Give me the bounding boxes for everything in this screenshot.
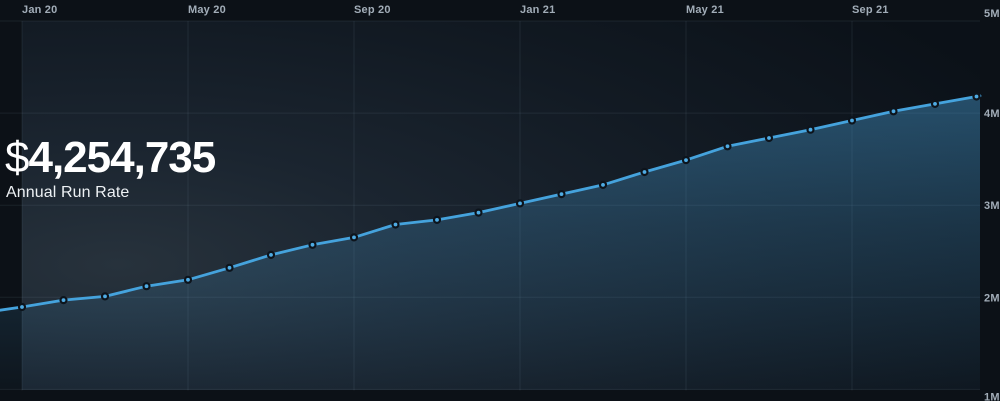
x-axis-tick-label: May 20 bbox=[188, 4, 226, 16]
y-axis-tick-label: 3M bbox=[984, 200, 1000, 212]
y-axis-tick-label: 4M bbox=[984, 108, 1000, 120]
data-point[interactable] bbox=[185, 277, 191, 283]
data-point[interactable] bbox=[61, 297, 67, 303]
x-axis-tick-label: Jan 20 bbox=[22, 4, 57, 16]
data-point[interactable] bbox=[849, 118, 855, 124]
y-axis-tick-label: 5M bbox=[984, 8, 1000, 20]
data-point[interactable] bbox=[974, 94, 980, 100]
arr-amount: 4,254,735 bbox=[28, 133, 215, 182]
data-point[interactable] bbox=[725, 143, 731, 149]
arr-headline: $4,254,735 bbox=[5, 134, 215, 182]
data-point[interactable] bbox=[517, 200, 523, 206]
data-point[interactable] bbox=[766, 135, 772, 141]
data-point[interactable] bbox=[642, 169, 648, 175]
data-point[interactable] bbox=[227, 265, 233, 271]
data-point[interactable] bbox=[351, 234, 357, 240]
data-point[interactable] bbox=[559, 191, 565, 197]
annual-run-rate-chart: Jan 20 May 20 Sep 20 Jan 21 May 21 Sep 21 5M 4… bbox=[0, 0, 1000, 401]
x-axis: Jan 20 May 20 Sep 20 Jan 21 May 21 Sep 21 bbox=[22, 4, 889, 16]
data-point[interactable] bbox=[600, 182, 606, 188]
arr-dashboard: Jan 20 May 20 Sep 20 Jan 21 May 21 Sep 21 5M 4… bbox=[0, 0, 1000, 401]
y-axis: 5M 4M 3M 2M 1M bbox=[984, 8, 1000, 401]
y-axis-tick-label: 2M bbox=[984, 292, 1000, 304]
data-point[interactable] bbox=[683, 157, 689, 163]
data-point[interactable] bbox=[434, 217, 440, 223]
data-point[interactable] bbox=[310, 242, 316, 248]
data-point[interactable] bbox=[102, 293, 108, 299]
x-axis-tick-label: May 21 bbox=[686, 4, 724, 16]
data-point[interactable] bbox=[144, 283, 150, 289]
x-axis-tick-label: Sep 20 bbox=[354, 4, 391, 16]
x-axis-tick-label: Sep 21 bbox=[852, 4, 889, 16]
x-axis-tick-label: Jan 21 bbox=[520, 4, 555, 16]
data-point[interactable] bbox=[891, 108, 897, 114]
data-point[interactable] bbox=[808, 127, 814, 133]
currency-symbol: $ bbox=[5, 133, 28, 182]
data-point[interactable] bbox=[393, 222, 399, 228]
y-axis-tick-label: 1M bbox=[984, 391, 1000, 401]
arr-label: Annual Run Rate bbox=[6, 184, 129, 202]
data-point[interactable] bbox=[268, 252, 274, 258]
data-point[interactable] bbox=[476, 210, 482, 216]
data-point[interactable] bbox=[19, 304, 25, 310]
data-point[interactable] bbox=[932, 101, 938, 107]
